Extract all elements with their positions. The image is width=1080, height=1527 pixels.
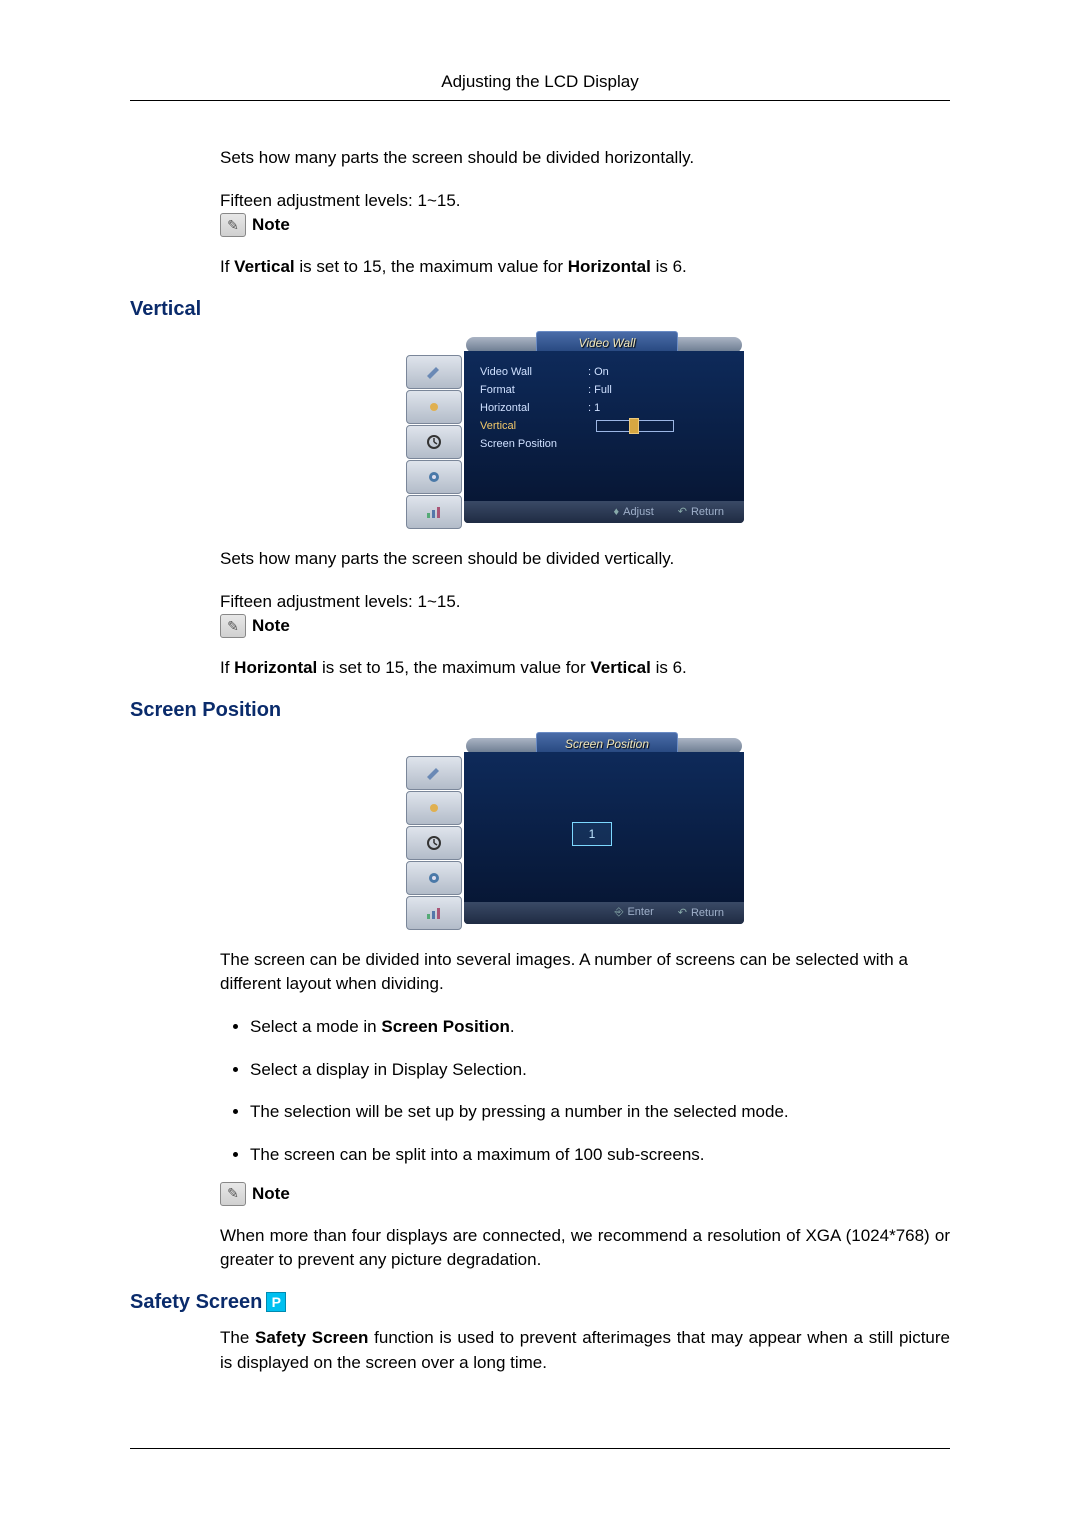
note-row: ✎ Note — [220, 614, 950, 638]
note-icon: ✎ — [220, 614, 246, 638]
gear-icon[interactable] — [406, 861, 462, 895]
footer-rule — [130, 1448, 950, 1449]
note-label: Note — [252, 215, 290, 235]
screen-position-list: Select a mode in Screen Position. Select… — [220, 1015, 950, 1168]
clock-icon[interactable] — [406, 826, 462, 860]
sun-icon[interactable] — [406, 791, 462, 825]
safety-screen-heading: Safety Screen P — [130, 1291, 950, 1314]
menu-row-format[interactable]: Format: Full — [480, 381, 674, 399]
page-header: Adjusting the LCD Display — [130, 72, 950, 101]
osd-sidebar — [406, 355, 462, 530]
note-label: Note — [252, 1184, 290, 1204]
brush-icon[interactable] — [406, 355, 462, 389]
list-item: The selection will be set up by pressing… — [250, 1100, 950, 1125]
note-row: ✎ Note — [220, 1182, 950, 1206]
p-badge-icon: P — [266, 1292, 286, 1312]
osd-hints: ♦Adjust ↶Return — [464, 501, 744, 523]
horizontal-note-text: If Vertical is set to 15, the maximum va… — [220, 255, 950, 280]
osd-screen-position: Screen Position 1 ⎆Enter ↶Return — [406, 734, 744, 924]
hint-enter: ⎆Enter — [615, 906, 654, 919]
menu-row-horizontal[interactable]: Horizontal: 1 — [480, 399, 674, 417]
enter-icon: ⎆ — [615, 906, 624, 918]
page: Adjusting the LCD Display Sets how many … — [0, 0, 1080, 1527]
screen-position-cell[interactable]: 1 — [572, 822, 612, 846]
hint-adjust: ♦Adjust — [614, 506, 654, 518]
return-icon: ↶ — [678, 907, 687, 919]
osd-menu: Video Wall: On Format: Full Horizontal: … — [480, 363, 674, 453]
chart-icon[interactable] — [406, 896, 462, 930]
list-item: Select a display in Display Selection. — [250, 1058, 950, 1083]
note-icon: ✎ — [220, 1182, 246, 1206]
note-label: Note — [252, 616, 290, 636]
safety-screen-content: The Safety Screen function is used to pr… — [220, 1326, 950, 1375]
vertical-heading: Vertical — [130, 298, 950, 321]
note-row: ✎ Note — [220, 213, 950, 237]
safety-screen-title-text: Safety Screen — [130, 1291, 262, 1314]
hint-return: ↶Return — [678, 505, 724, 518]
vertical-content: Video Wall Video Wall: On Format: Full H… — [220, 333, 950, 681]
menu-row-vertical[interactable]: Vertical — [480, 417, 674, 435]
screen-position-note-text: When more than four displays are connect… — [220, 1224, 950, 1273]
osd-hints: ⎆Enter ↶Return — [464, 902, 744, 924]
vertical-levels: Fifteen adjustment levels: 1~15. — [220, 590, 950, 615]
gear-icon[interactable] — [406, 460, 462, 494]
osd-sidebar — [406, 756, 462, 931]
horizontal-continuation: Sets how many parts the screen should be… — [220, 146, 950, 280]
screen-position-content: Screen Position 1 ⎆Enter ↶Return The scr… — [220, 734, 950, 1273]
safety-screen-desc: The Safety Screen function is used to pr… — [220, 1326, 950, 1375]
osd-video-wall: Video Wall Video Wall: On Format: Full H… — [406, 333, 744, 523]
clock-icon[interactable] — [406, 425, 462, 459]
vertical-desc: Sets how many parts the screen should be… — [220, 547, 950, 572]
diamond-icon: ♦ — [614, 506, 620, 518]
screen-position-desc: The screen can be divided into several i… — [220, 948, 950, 997]
note-icon: ✎ — [220, 213, 246, 237]
brush-icon[interactable] — [406, 756, 462, 790]
return-icon: ↶ — [678, 506, 687, 518]
horizontal-levels: Fifteen adjustment levels: 1~15. — [220, 189, 950, 214]
list-item: Select a mode in Screen Position. — [250, 1015, 950, 1040]
chart-icon[interactable] — [406, 495, 462, 529]
screen-position-heading: Screen Position — [130, 699, 950, 722]
horizontal-desc: Sets how many parts the screen should be… — [220, 146, 950, 171]
list-item: The screen can be split into a maximum o… — [250, 1143, 950, 1168]
sun-icon[interactable] — [406, 390, 462, 424]
menu-row-videowall[interactable]: Video Wall: On — [480, 363, 674, 381]
vertical-note-text: If Horizontal is set to 15, the maximum … — [220, 656, 950, 681]
hint-return: ↶Return — [678, 906, 724, 919]
slider[interactable] — [596, 420, 674, 432]
menu-row-position[interactable]: Screen Position — [480, 435, 674, 453]
